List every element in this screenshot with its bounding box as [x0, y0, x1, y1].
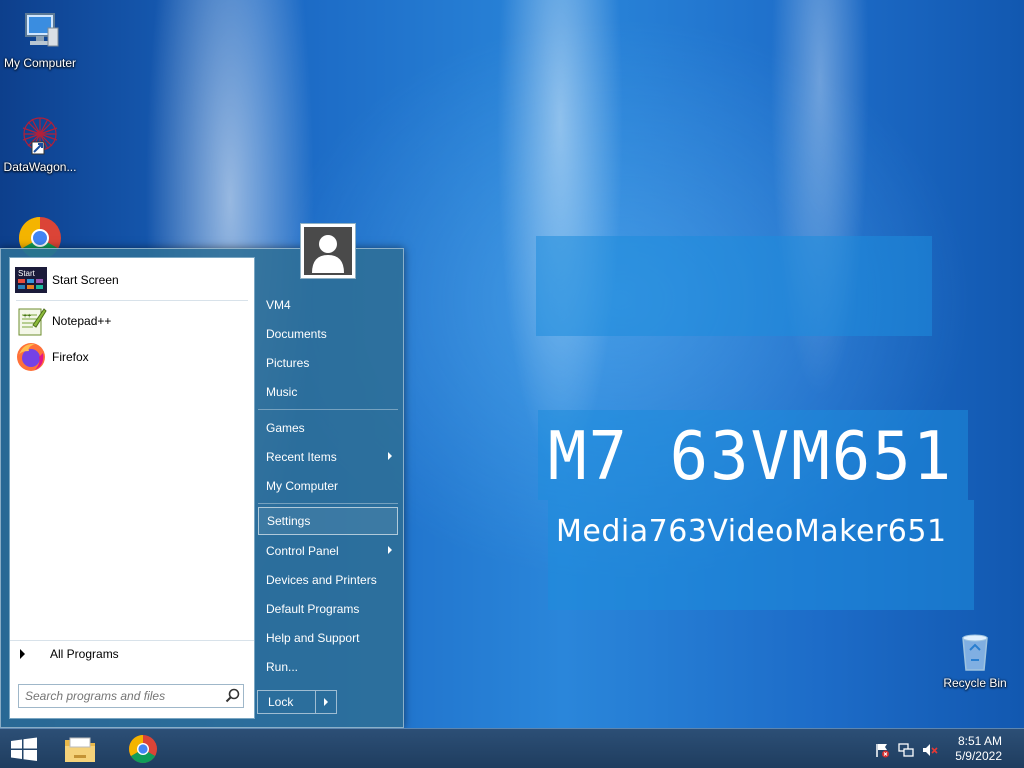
- start-item-run[interactable]: Run...: [258, 653, 398, 680]
- start-item-devices-printers[interactable]: Devices and Printers: [258, 566, 398, 593]
- triangle-right-icon: [20, 648, 25, 659]
- clock-time: 8:51 AM: [957, 734, 1002, 748]
- network-icon[interactable]: [898, 742, 914, 758]
- start-item-label: Devices and Printers: [266, 572, 377, 587]
- start-item-label: Run...: [266, 659, 299, 674]
- taskbar-chrome[interactable]: [119, 729, 167, 768]
- user-avatar[interactable]: [300, 223, 356, 279]
- start-item-label: Documents: [266, 326, 327, 341]
- start-menu-programs-pane: Start Start Screen ++ Notepad++ Firefox …: [9, 257, 255, 719]
- pinned-item-firefox[interactable]: Firefox: [10, 339, 254, 375]
- start-item-label: VM4: [266, 297, 291, 312]
- desktop-icon-my-computer[interactable]: My Computer: [0, 10, 80, 70]
- start-item-label: Help and Support: [266, 630, 360, 645]
- start-item-label: Music: [266, 384, 298, 399]
- start-button[interactable]: [0, 729, 48, 768]
- start-item-vm4[interactable]: VM4: [258, 291, 398, 318]
- folder-icon: [65, 737, 95, 762]
- pinned-item-start-screen[interactable]: Start Start Screen: [10, 262, 254, 298]
- taskbar: 8:51 AM 5/9/2022: [0, 728, 1024, 768]
- desktop-icon-label: DataWagon...: [3, 160, 77, 174]
- start-item-label: Pictures: [266, 355, 310, 370]
- submenu-arrow-icon: [388, 546, 392, 554]
- start-item-games[interactable]: Games: [258, 414, 398, 441]
- start-menu-separator: [258, 503, 398, 504]
- submenu-arrow-icon: [388, 452, 392, 460]
- desktop-icon-label: My Computer: [3, 56, 77, 70]
- search-icon[interactable]: [223, 686, 243, 706]
- recycle-bin-icon: [953, 630, 997, 674]
- all-programs-label: All Programs: [50, 646, 119, 661]
- notepadpp-icon: ++: [15, 305, 47, 337]
- start-item-label: Control Panel: [266, 543, 339, 558]
- start-item-music[interactable]: Music: [258, 378, 398, 405]
- start-item-label: Recent Items: [266, 449, 337, 464]
- lock-label[interactable]: Lock: [258, 691, 316, 713]
- desktop-icon-recycle-bin[interactable]: Recycle Bin: [935, 630, 1015, 690]
- start-item-label: Default Programs: [266, 601, 360, 616]
- computer-icon: [18, 10, 62, 54]
- pinned-item-label: Notepad++: [52, 314, 112, 328]
- datawagon-icon: [18, 114, 62, 158]
- firefox-icon: [15, 341, 47, 373]
- start-item-control-panel[interactable]: Control Panel: [258, 537, 398, 564]
- start-item-settings[interactable]: Settings: [258, 507, 398, 535]
- start-item-documents[interactable]: Documents: [258, 320, 398, 347]
- start-item-default-programs[interactable]: Default Programs: [258, 595, 398, 622]
- windows-logo-icon: [11, 737, 37, 761]
- watermark-code: M7 63VM651: [548, 418, 954, 496]
- start-item-pictures[interactable]: Pictures: [258, 349, 398, 376]
- pinned-item-notepadpp[interactable]: ++ Notepad++: [10, 303, 254, 339]
- start-menu-separator: [258, 409, 398, 410]
- search-input[interactable]: [19, 686, 223, 706]
- start-screen-icon: Start: [15, 264, 47, 296]
- svg-text:++: ++: [23, 313, 31, 320]
- start-item-label: Games: [266, 420, 305, 435]
- clock-date: 5/9/2022: [955, 749, 1002, 763]
- desktop-icon-label: Recycle Bin: [943, 676, 1007, 690]
- desktop-icon-datawagon[interactable]: DataWagon...: [0, 114, 80, 174]
- pinned-item-label: Firefox: [52, 350, 89, 364]
- pinned-item-label: Start Screen: [52, 273, 119, 287]
- user-silhouette-icon: [304, 227, 352, 275]
- action-center-flag-icon[interactable]: [874, 742, 890, 758]
- all-programs-button[interactable]: All Programs: [10, 640, 254, 666]
- lock-button: Lock: [257, 690, 337, 714]
- taskbar-clock[interactable]: 8:51 AM 5/9/2022: [955, 734, 1002, 764]
- svg-text:Start: Start: [18, 269, 36, 278]
- watermark-name: Media763VideoMaker651: [556, 514, 947, 549]
- taskbar-file-explorer[interactable]: [56, 729, 104, 768]
- start-item-my-computer[interactable]: My Computer: [258, 472, 398, 499]
- start-item-label: My Computer: [266, 478, 339, 493]
- volume-muted-icon[interactable]: [922, 742, 938, 758]
- watermark-backdrop-top: [536, 236, 932, 336]
- pinned-separator: [16, 300, 248, 301]
- start-item-help-support[interactable]: Help and Support: [258, 624, 398, 651]
- lock-options-arrow-icon[interactable]: [316, 691, 336, 713]
- search-box: [18, 684, 244, 708]
- chrome-icon: [129, 735, 157, 763]
- start-item-label: Settings: [267, 514, 311, 528]
- start-item-recent-items[interactable]: Recent Items: [258, 443, 398, 470]
